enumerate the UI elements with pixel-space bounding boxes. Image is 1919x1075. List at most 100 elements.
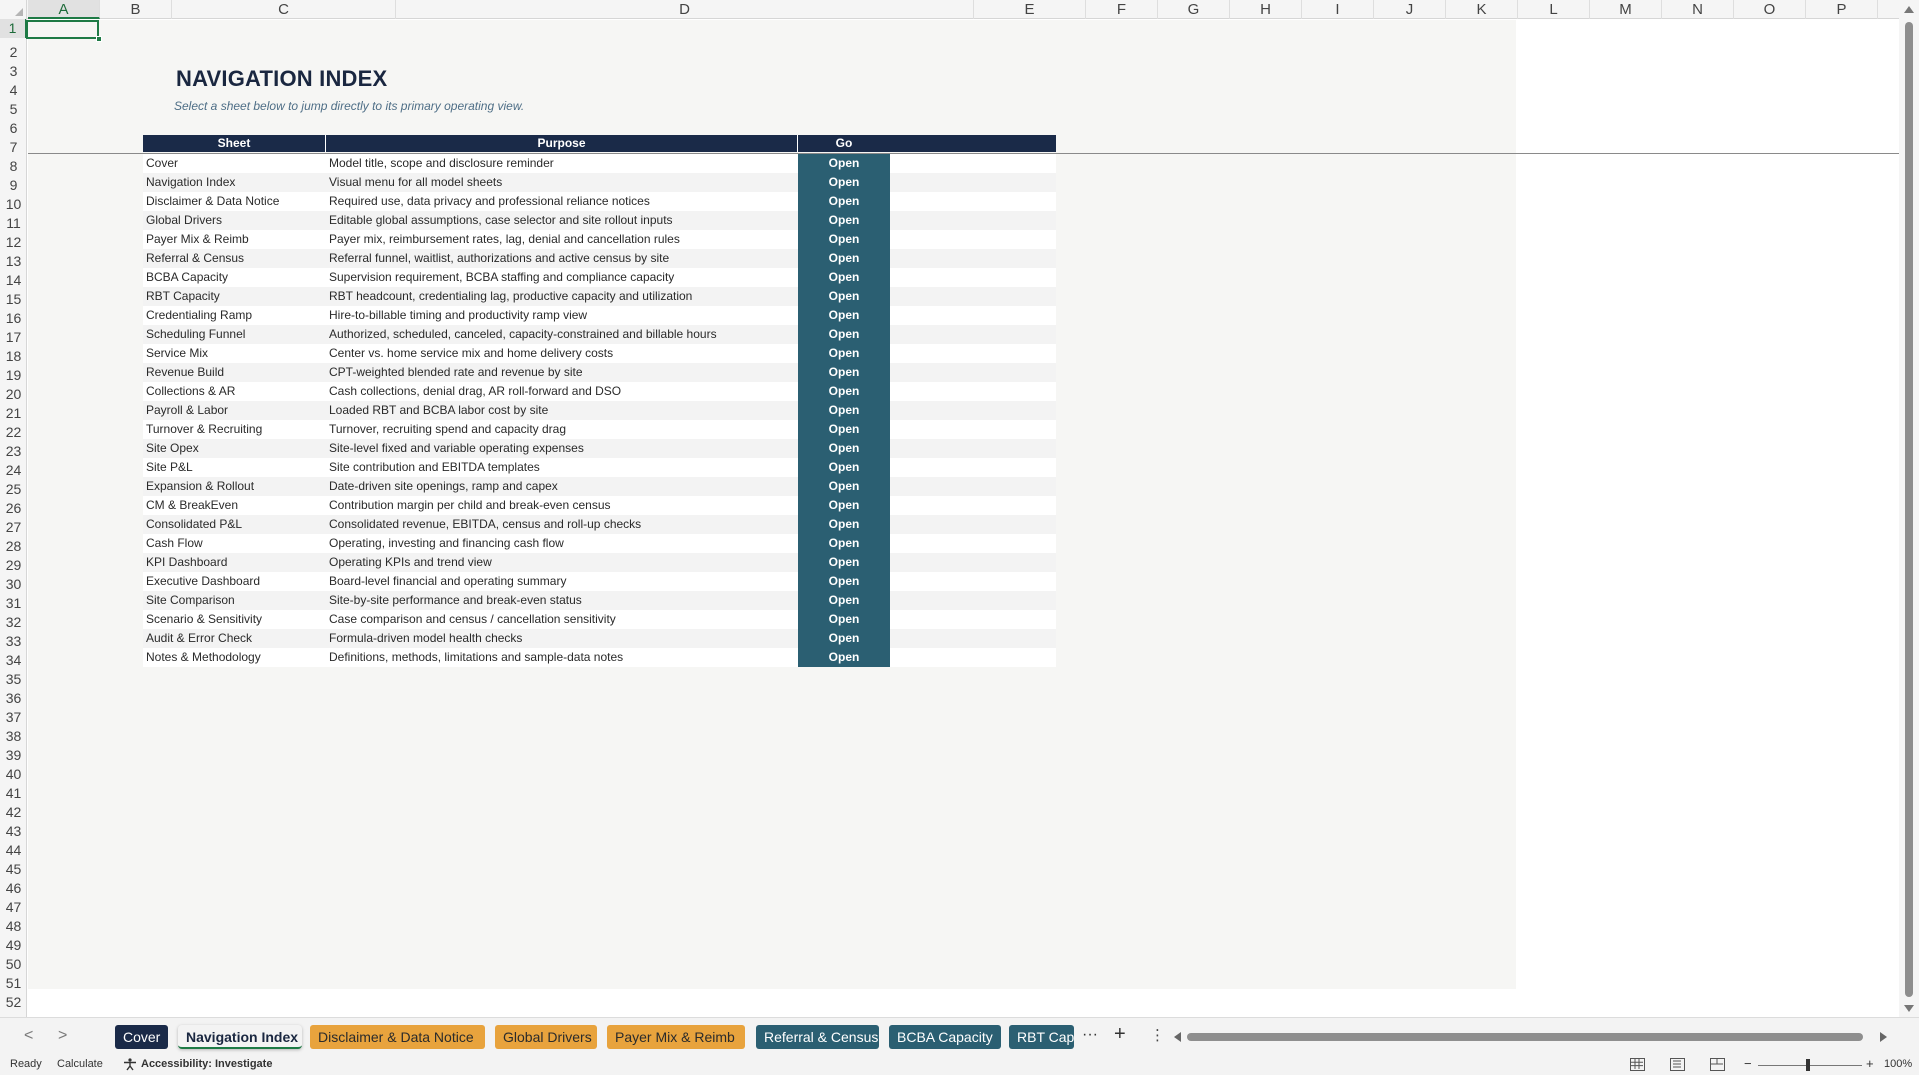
cell-purpose[interactable]: Cash collections, denial drag, AR roll-f… [326,382,798,401]
cell-purpose[interactable]: Operating KPIs and trend view [326,553,798,572]
open-link-button[interactable]: Open [798,553,890,572]
open-link-button[interactable]: Open [798,249,890,268]
zoom-slider-knob[interactable] [1806,1059,1810,1071]
row-header-9[interactable]: 9 [0,176,26,195]
cell-purpose[interactable]: Editable global assumptions, case select… [326,211,798,230]
status-calculate[interactable]: Calculate [57,1058,103,1070]
row-header-20[interactable]: 20 [0,385,26,404]
cell-purpose[interactable]: Contribution margin per child and break-… [326,496,798,515]
cell-sheet-name[interactable]: Site Opex [143,439,326,458]
cell-sheet-name[interactable]: Site Comparison [143,591,326,610]
row-header-43[interactable]: 43 [0,822,26,841]
row-header-41[interactable]: 41 [0,784,26,803]
sheet-grid[interactable]: NAVIGATION INDEX Select a sheet below to… [26,20,1899,1017]
open-link-button[interactable]: Open [798,154,890,173]
select-all-corner[interactable] [0,0,27,19]
open-link-button[interactable]: Open [798,173,890,192]
cell-purpose[interactable]: Turnover, recruiting spend and capacity … [326,420,798,439]
cell-purpose[interactable]: Center vs. home service mix and home del… [326,344,798,363]
row-header-10[interactable]: 10 [0,195,26,214]
column-header-k[interactable]: K [1446,0,1518,19]
column-header-g[interactable]: G [1158,0,1230,19]
row-header-7[interactable]: 7 [0,138,26,157]
sheet-tab-cover[interactable]: Cover [115,1025,168,1049]
cell-sheet-name[interactable]: Audit & Error Check [143,629,326,648]
vertical-scroll-thumb[interactable] [1905,22,1913,997]
fill-handle[interactable] [96,36,102,42]
column-header-c[interactable]: C [172,0,396,19]
scroll-right-icon[interactable] [1880,1032,1887,1042]
cell-sheet-name[interactable]: Cash Flow [143,534,326,553]
cell-sheet-name[interactable]: Payer Mix & Reimb [143,230,326,249]
column-header-b[interactable]: B [100,0,172,19]
sheet-tab-disclaimer-data-notice[interactable]: Disclaimer & Data Notice [310,1025,485,1049]
column-header-p[interactable]: P [1806,0,1878,19]
cell-purpose[interactable]: Consolidated revenue, EBITDA, census and… [326,515,798,534]
open-link-button[interactable]: Open [798,211,890,230]
row-header-14[interactable]: 14 [0,271,26,290]
column-header-a[interactable]: A [28,0,100,19]
page-break-preview-icon[interactable] [1710,1058,1725,1071]
accessibility-icon[interactable] [123,1058,137,1074]
cell-sheet-name[interactable]: Disclaimer & Data Notice [143,192,326,211]
cell-sheet-name[interactable]: Consolidated P&L [143,515,326,534]
row-header-8[interactable]: 8 [0,157,26,176]
sheet-tab-payer-mix-reimb[interactable]: Payer Mix & Reimb [607,1025,745,1049]
row-header-13[interactable]: 13 [0,252,26,271]
cell-sheet-name[interactable]: Referral & Census [143,249,326,268]
row-header-32[interactable]: 32 [0,613,26,632]
row-header-5[interactable]: 5 [0,100,26,119]
open-link-button[interactable]: Open [798,515,890,534]
cell-purpose[interactable]: RBT headcount, credentialing lag, produc… [326,287,798,306]
sheet-tab-referral-census[interactable]: Referral & Census [756,1025,879,1049]
cell-purpose[interactable]: Required use, data privacy and professio… [326,192,798,211]
row-header-28[interactable]: 28 [0,537,26,556]
open-link-button[interactable]: Open [798,192,890,211]
sheet-tab-rbt-capa[interactable]: RBT Capa [1009,1025,1074,1049]
cell-sheet-name[interactable]: Cover [143,154,326,173]
row-header-1[interactable]: 1 [0,19,26,38]
open-link-button[interactable]: Open [798,610,890,629]
cell-sheet-name[interactable]: BCBA Capacity [143,268,326,287]
open-link-button[interactable]: Open [798,325,890,344]
open-link-button[interactable]: Open [798,458,890,477]
row-header-21[interactable]: 21 [0,404,26,423]
cell-purpose[interactable]: Visual menu for all model sheets [326,173,798,192]
open-link-button[interactable]: Open [798,629,890,648]
row-header-47[interactable]: 47 [0,898,26,917]
cell-sheet-name[interactable]: Payroll & Labor [143,401,326,420]
row-header-3[interactable]: 3 [0,62,26,81]
cell-purpose[interactable]: Date-driven site openings, ramp and cape… [326,477,798,496]
cell-purpose[interactable]: Supervision requirement, BCBA staffing a… [326,268,798,287]
cell-sheet-name[interactable]: Executive Dashboard [143,572,326,591]
row-header-15[interactable]: 15 [0,290,26,309]
row-header-23[interactable]: 23 [0,442,26,461]
open-link-button[interactable]: Open [798,287,890,306]
column-header-e[interactable]: E [974,0,1086,19]
column-header-o[interactable]: O [1734,0,1806,19]
open-link-button[interactable]: Open [798,363,890,382]
row-header-24[interactable]: 24 [0,461,26,480]
row-header-17[interactable]: 17 [0,328,26,347]
row-header-33[interactable]: 33 [0,632,26,651]
cell-purpose[interactable]: Referral funnel, waitlist, authorization… [326,249,798,268]
cell-purpose[interactable]: Formula-driven model health checks [326,629,798,648]
row-header-36[interactable]: 36 [0,689,26,708]
accessibility-status[interactable]: Accessibility: Investigate [141,1058,272,1070]
cell-sheet-name[interactable]: Scheduling Funnel [143,325,326,344]
sheet-tab-global-drivers[interactable]: Global Drivers [495,1025,597,1049]
cell-purpose[interactable]: Site contribution and EBITDA templates [326,458,798,477]
cell-purpose[interactable]: Loaded RBT and BCBA labor cost by site [326,401,798,420]
horizontal-scrollbar[interactable] [1172,1030,1889,1044]
cell-purpose[interactable]: Definitions, methods, limitations and sa… [326,648,798,667]
cell-purpose[interactable]: Authorized, scheduled, canceled, capacit… [326,325,798,344]
row-header-25[interactable]: 25 [0,480,26,499]
cell-sheet-name[interactable]: CM & BreakEven [143,496,326,515]
column-header-l[interactable]: L [1518,0,1590,19]
row-header-12[interactable]: 12 [0,233,26,252]
column-header-i[interactable]: I [1302,0,1374,19]
page-layout-icon[interactable] [1670,1058,1685,1071]
row-header-30[interactable]: 30 [0,575,26,594]
open-link-button[interactable]: Open [798,268,890,287]
tab-prev-icon[interactable]: < [24,1027,33,1045]
